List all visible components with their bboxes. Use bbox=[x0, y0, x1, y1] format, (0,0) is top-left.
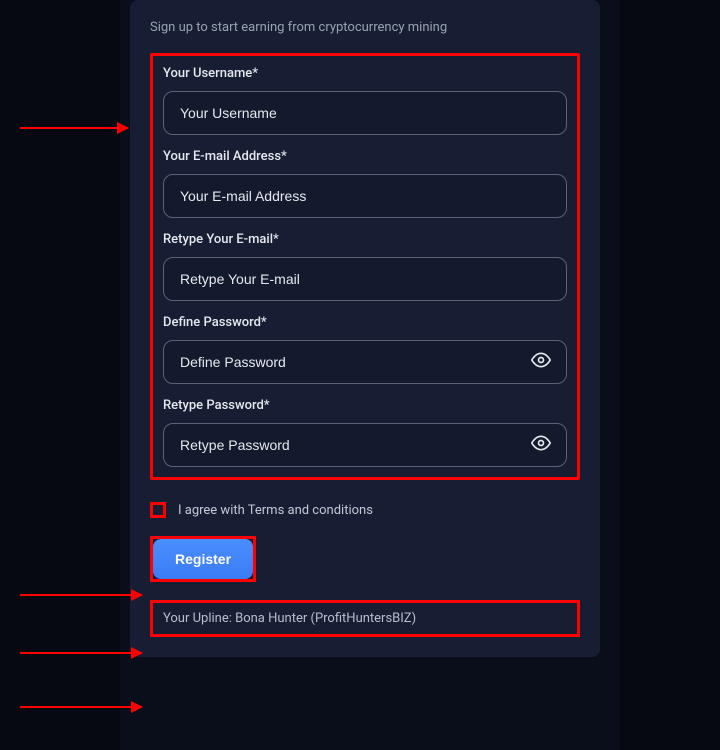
form-subtitle: Sign up to start earning from cryptocurr… bbox=[150, 20, 580, 35]
terms-checkbox[interactable] bbox=[150, 502, 166, 518]
username-field-group: Your Username* bbox=[163, 66, 567, 135]
email-retype-input[interactable] bbox=[163, 257, 567, 301]
email-input[interactable] bbox=[163, 174, 567, 218]
background-left bbox=[0, 0, 120, 750]
annotation-arrow bbox=[20, 594, 142, 596]
password-retype-field-group: Retype Password* bbox=[163, 398, 567, 467]
terms-label: I agree with Terms and conditions bbox=[178, 503, 373, 518]
password-label: Define Password* bbox=[163, 315, 567, 330]
username-label: Your Username* bbox=[163, 66, 567, 81]
annotation-arrow bbox=[20, 127, 128, 129]
email-retype-field-group: Retype Your E-mail* bbox=[163, 232, 567, 301]
annotation-arrow bbox=[20, 652, 142, 654]
password-field-group: Define Password* bbox=[163, 315, 567, 384]
password-input[interactable] bbox=[163, 340, 567, 384]
background-right bbox=[620, 0, 720, 750]
password-retype-input[interactable] bbox=[163, 423, 567, 467]
eye-icon[interactable] bbox=[531, 433, 551, 457]
password-retype-label: Retype Password* bbox=[163, 398, 567, 413]
eye-icon[interactable] bbox=[531, 350, 551, 374]
email-field-group: Your E-mail Address* bbox=[163, 149, 567, 218]
fields-highlight-box: Your Username* Your E-mail Address* Rety… bbox=[150, 53, 580, 480]
upline-info: Your Upline: Bona Hunter (ProfitHuntersB… bbox=[150, 600, 580, 637]
email-retype-label: Retype Your E-mail* bbox=[163, 232, 567, 247]
annotation-arrow bbox=[20, 706, 142, 708]
email-label: Your E-mail Address* bbox=[163, 149, 567, 164]
register-highlight-box: Register bbox=[150, 536, 256, 582]
register-button[interactable]: Register bbox=[153, 539, 253, 579]
username-input[interactable] bbox=[163, 91, 567, 135]
signup-form: Sign up to start earning from cryptocurr… bbox=[130, 0, 600, 657]
terms-row: I agree with Terms and conditions bbox=[150, 502, 580, 518]
